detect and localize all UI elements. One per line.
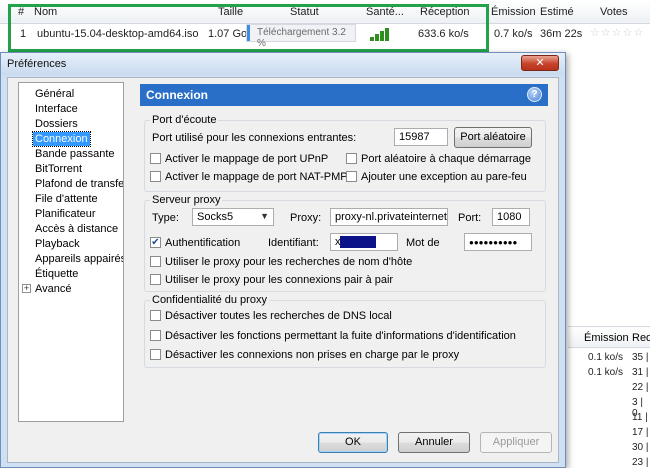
tree-item[interactable]: BitTorrent	[33, 162, 84, 176]
tree-item[interactable]: Appareils appairés	[33, 252, 123, 266]
highlight-box	[8, 4, 489, 52]
authentication-label: Authentification	[165, 237, 241, 249]
cancel-button[interactable]: Annuler	[398, 432, 470, 453]
tree-item[interactable]: Étiquette	[33, 267, 80, 281]
peer-req-cell: 17 |	[632, 427, 649, 438]
disable-unsupported-checkbox[interactable]	[150, 349, 161, 360]
tree-item[interactable]: Connexion	[32, 131, 91, 147]
proxy-host-label: Proxy:	[290, 212, 322, 224]
proxy-p2p-checkbox[interactable]	[150, 274, 161, 285]
listen-port-input[interactable]: 15987	[394, 128, 448, 146]
proxy-type-value: Socks5	[197, 211, 234, 223]
apply-button[interactable]: Appliquer	[480, 432, 552, 453]
upnp-checkbox[interactable]	[150, 153, 161, 164]
torrent-upload-rate: 0.7 ko/s	[494, 28, 533, 40]
torrent-eta: 36m 22s	[540, 28, 583, 40]
tree-item[interactable]: Avancé	[33, 282, 74, 296]
tree-item[interactable]: Général	[33, 87, 76, 101]
votes-stars[interactable]: ☆☆☆☆☆	[590, 26, 644, 39]
column-header-votes[interactable]: Votes	[600, 6, 628, 18]
password-label: Mot de	[406, 237, 440, 249]
firewall-exception-label: Ajouter une exception au pare-feu	[361, 171, 527, 183]
username-redaction	[340, 236, 376, 248]
disable-dns-checkbox[interactable]	[150, 310, 161, 321]
proxy-type-select[interactable]: Socks5 ▼	[192, 208, 274, 226]
tree-item[interactable]: Planificateur	[33, 207, 98, 221]
username-label: Identifiant:	[268, 237, 319, 249]
proxy-port-input[interactable]: 1080	[492, 208, 530, 226]
disable-unsupported-label: Désactiver les connexions non prises en …	[165, 349, 460, 361]
random-port-button[interactable]: Port aléatoire	[454, 127, 532, 148]
tree-item[interactable]: Playback	[33, 237, 82, 251]
tree-item[interactable]: Plafond de transfert	[33, 177, 123, 191]
upnp-label: Activer le mappage de port UPnP	[165, 153, 329, 165]
tree-item[interactable]: Accès à distance	[33, 222, 120, 236]
listen-port-group-title: Port d'écoute	[150, 114, 219, 126]
firewall-exception-checkbox[interactable]	[346, 171, 357, 182]
section-title: Connexion	[146, 88, 208, 102]
disable-dns-label: Désactiver toutes les recherches de DNS …	[165, 310, 392, 322]
dialog-title: Préférences	[7, 58, 67, 70]
peer-upload-cell: 0.1 ko/s	[588, 352, 624, 363]
peer-column-upload[interactable]: Émission	[584, 332, 629, 344]
nat-pmp-label: Activer le mappage de port NAT-PMP	[165, 171, 348, 183]
expand-icon[interactable]: +	[22, 284, 31, 293]
peer-req-cell: 11 |	[632, 412, 648, 423]
chevron-down-icon: ▼	[260, 211, 269, 221]
disable-leaks-label: Désactiver les fonctions permettant la f…	[165, 330, 516, 342]
disable-leaks-checkbox[interactable]	[150, 330, 161, 341]
peer-list-header: Émission Req	[568, 326, 650, 348]
peer-req-cell: 31 |	[632, 367, 649, 378]
section-header: Connexion ?	[140, 84, 548, 106]
proxy-hostname-lookups-label: Utiliser le proxy pour les recherches de…	[165, 256, 413, 268]
nat-pmp-checkbox[interactable]	[150, 171, 161, 182]
peer-req-cell: 23 |	[632, 457, 649, 468]
password-input[interactable]: ●●●●●●●●●●	[464, 233, 532, 251]
proxy-server-group-title: Serveur proxy	[150, 194, 223, 206]
proxy-p2p-label: Utiliser le proxy pour les connexions pa…	[165, 274, 394, 286]
tree-item[interactable]: Bande passante	[33, 147, 117, 161]
dialog-titlebar[interactable]: Préférences ✕	[1, 53, 565, 75]
authentication-checkbox[interactable]: ✔	[150, 237, 161, 248]
peer-list: Émission Req 0.1 ko/s 35 | 0.1 ko/s 31 | 22 …	[568, 326, 650, 468]
proxy-port-label: Port:	[458, 212, 482, 224]
proxy-host-input[interactable]: proxy-nl.privateinternetac	[330, 208, 448, 226]
help-icon[interactable]: ?	[527, 87, 542, 102]
column-header-upload[interactable]: Émission	[491, 6, 536, 18]
checkmark-icon: ✔	[151, 237, 160, 248]
column-header-eta[interactable]: Estimé	[540, 6, 574, 18]
proxy-privacy-group-title: Confidentialité du proxy	[150, 294, 269, 306]
tree-item[interactable]: Dossiers	[33, 117, 80, 131]
proxy-type-label: Type:	[152, 212, 179, 224]
random-port-each-start-checkbox[interactable]	[346, 153, 357, 164]
close-icon: ✕	[535, 57, 545, 69]
peer-req-cell: 22 |	[632, 382, 649, 393]
peer-column-req[interactable]: Req	[632, 332, 650, 344]
peer-upload-cell: 0.1 ko/s	[588, 367, 624, 378]
port-label: Port utilisé pour les connexions entrant…	[152, 132, 357, 144]
preferences-tree: Général Interface Dossiers Connexion Bande p…	[18, 82, 124, 422]
close-button[interactable]: ✕	[521, 55, 559, 71]
tree-item[interactable]: File d'attente	[33, 192, 100, 206]
peer-req-cell: 30 |	[632, 442, 649, 453]
tree-item[interactable]: Interface	[33, 102, 80, 116]
random-port-each-start-label: Port aléatoire à chaque démarrage	[361, 153, 531, 165]
ok-button[interactable]: OK	[318, 432, 388, 453]
proxy-hostname-lookups-checkbox[interactable]	[150, 256, 161, 267]
peer-req-cell: 35 |	[632, 352, 649, 363]
